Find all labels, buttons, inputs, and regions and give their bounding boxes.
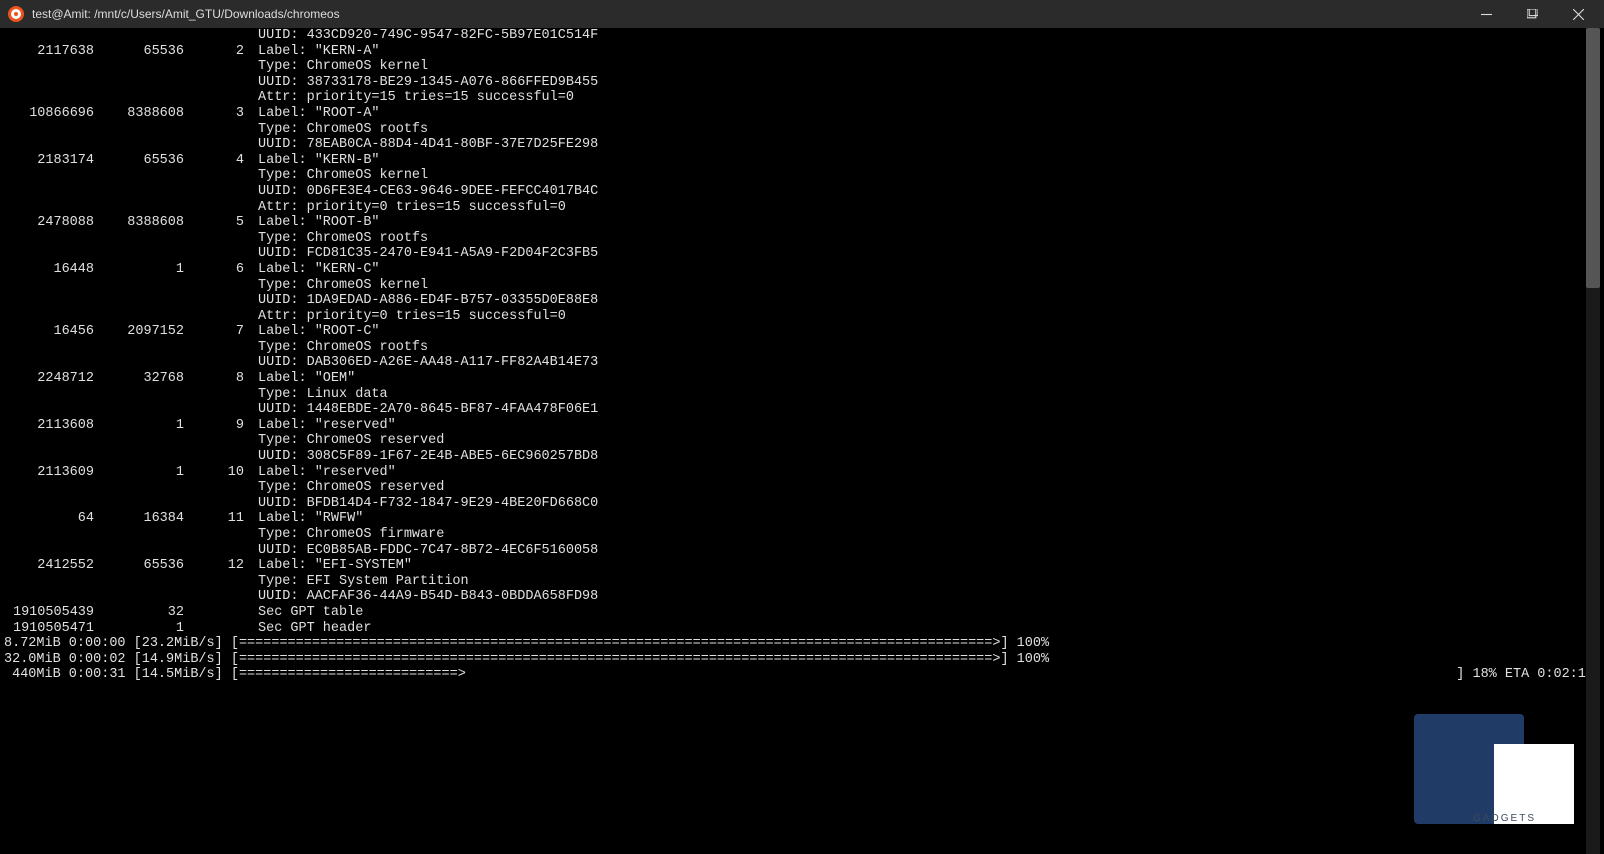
- progress-line: 8.72MiB 0:00:00 [23.2MiB/s] [===========…: [4, 636, 1600, 652]
- ubuntu-icon: [8, 6, 24, 22]
- terminal-output[interactable]: UUID: 433CD920-749C-9547-82FC-5B97E01C51…: [0, 28, 1604, 854]
- output-line: 2113609110Label: "reserved": [4, 465, 1600, 481]
- output-line: UUID: 308C5F89-1F67-2E4B-ABE5-6EC960257B…: [4, 449, 1600, 465]
- output-line: 211360819Label: "reserved": [4, 418, 1600, 434]
- output-line: Type: ChromeOS reserved: [4, 433, 1600, 449]
- output-line: Type: EFI System Partition: [4, 574, 1600, 590]
- output-line: UUID: FCD81C35-2470-E941-A5A9-F2D04F2C3F…: [4, 246, 1600, 262]
- progress-line: 440MiB 0:00:31 [14.5MiB/s] [============…: [4, 667, 1600, 683]
- output-line: UUID: 1448EBDE-2A70-8645-BF87-4FAA478F06…: [4, 402, 1600, 418]
- output-line: 2117638655362Label: "KERN-A": [4, 44, 1600, 60]
- output-line: Type: Linux data: [4, 387, 1600, 403]
- output-line: Attr: priority=15 tries=15 successful=0: [4, 90, 1600, 106]
- maximize-button[interactable]: [1510, 0, 1554, 28]
- output-line: 641638411Label: "RWFW": [4, 511, 1600, 527]
- output-line: Type: ChromeOS firmware: [4, 527, 1600, 543]
- output-line: UUID: BFDB14D4-F732-1847-9E29-4BE20FD668…: [4, 496, 1600, 512]
- output-line: Type: ChromeOS kernel: [4, 278, 1600, 294]
- close-button[interactable]: [1556, 0, 1600, 28]
- scrollbar-thumb[interactable]: [1586, 28, 1600, 288]
- output-line: 24125526553612Label: "EFI-SYSTEM": [4, 558, 1600, 574]
- output-line: UUID: 38733178-BE29-1345-A076-866FFED9B4…: [4, 75, 1600, 91]
- output-line: 19105054711Sec GPT header: [4, 621, 1600, 637]
- watermark-logo: GADGETS: [1414, 704, 1574, 824]
- output-line: UUID: 0D6FE3E4-CE63-9646-9DEE-FEFCC4017B…: [4, 184, 1600, 200]
- output-line: 1086669683886083Label: "ROOT-A": [4, 106, 1600, 122]
- output-line: UUID: DAB306ED-A26E-AA48-A117-FF82A4B14E…: [4, 355, 1600, 371]
- output-line: Type: ChromeOS rootfs: [4, 340, 1600, 356]
- output-line: Type: ChromeOS rootfs: [4, 231, 1600, 247]
- output-line: 247808883886085Label: "ROOT-B": [4, 215, 1600, 231]
- output-line: 191050543932Sec GPT table: [4, 605, 1600, 621]
- output-line: Attr: priority=0 tries=15 successful=0: [4, 200, 1600, 216]
- window-title: test@Amit: /mnt/c/Users/Amit_GTU/Downloa…: [32, 7, 1464, 21]
- output-line: 2183174655364Label: "KERN-B": [4, 153, 1600, 169]
- output-line: Type: ChromeOS kernel: [4, 59, 1600, 75]
- output-line: Type: ChromeOS rootfs: [4, 122, 1600, 138]
- output-line: 1644816Label: "KERN-C": [4, 262, 1600, 278]
- output-line: UUID: 1DA9EDAD-A886-ED4F-B757-03355D0E88…: [4, 293, 1600, 309]
- titlebar: test@Amit: /mnt/c/Users/Amit_GTU/Downloa…: [0, 0, 1604, 28]
- output-line: 2248712327688Label: "OEM": [4, 371, 1600, 387]
- output-line: 1645620971527Label: "ROOT-C": [4, 324, 1600, 340]
- output-line: Attr: priority=0 tries=15 successful=0: [4, 309, 1600, 325]
- output-line: UUID: 433CD920-749C-9547-82FC-5B97E01C51…: [4, 28, 1600, 44]
- output-line: UUID: AACFAF36-44A9-B54D-B843-0BDDA658FD…: [4, 589, 1600, 605]
- progress-line: 32.0MiB 0:00:02 [14.9MiB/s] [===========…: [4, 652, 1600, 668]
- output-line: UUID: 78EAB0CA-88D4-4D41-80BF-37E7D25FE2…: [4, 137, 1600, 153]
- output-line: UUID: EC0B85AB-FDDC-7C47-8B72-4EC6F51600…: [4, 543, 1600, 559]
- output-line: Type: ChromeOS kernel: [4, 168, 1600, 184]
- output-line: Type: ChromeOS reserved: [4, 480, 1600, 496]
- minimize-button[interactable]: [1464, 0, 1508, 28]
